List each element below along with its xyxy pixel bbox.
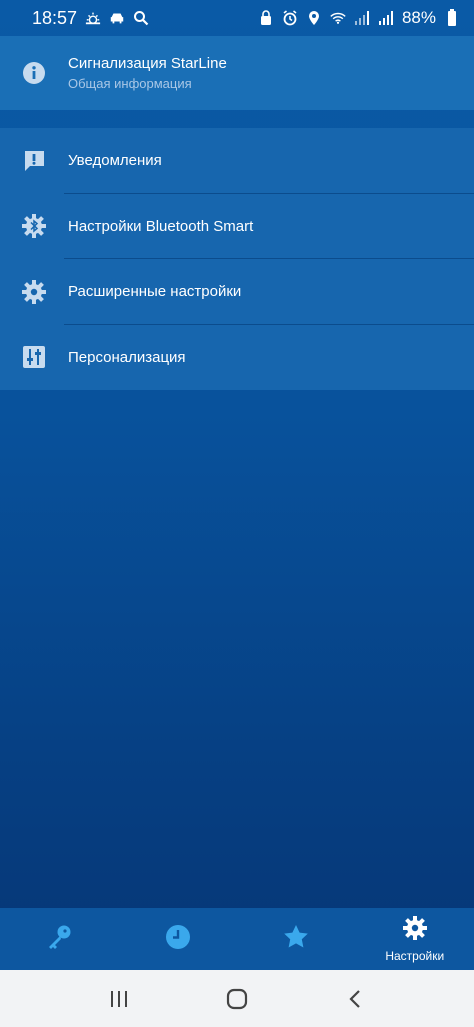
car-icon xyxy=(109,10,125,26)
signal-icon xyxy=(378,10,394,26)
sliders-icon xyxy=(0,345,68,369)
signal-icon xyxy=(354,10,370,26)
info-subtitle: Общая информация xyxy=(68,76,192,91)
device-info-header[interactable]: Сигнализация StarLine Общая информация xyxy=(0,36,474,110)
menu-item-notifications[interactable]: Уведомления xyxy=(0,128,474,194)
weather-icon xyxy=(85,10,101,26)
back-icon[interactable] xyxy=(335,979,375,1019)
nav-item-settings[interactable]: Настройки xyxy=(356,908,474,970)
info-text: Сигнализация StarLine Общая информация xyxy=(68,55,227,91)
menu-item-label: Расширенные настройки xyxy=(68,283,242,301)
nav-label-settings: Настройки xyxy=(385,949,445,963)
status-left: 18:57 xyxy=(32,8,149,29)
search-icon xyxy=(133,10,149,26)
nav-item-keys[interactable] xyxy=(0,908,119,970)
system-nav-bar xyxy=(0,970,474,1027)
info-title: Сигнализация StarLine xyxy=(68,55,227,72)
notification-icon xyxy=(0,149,68,173)
status-time: 18:57 xyxy=(32,7,78,28)
gear-icon xyxy=(402,915,428,946)
menu-item-label: Уведомления xyxy=(68,152,162,170)
status-bar: 18:57 88% xyxy=(0,0,474,36)
alarm-icon xyxy=(282,10,298,26)
info-icon xyxy=(0,61,68,85)
gear-icon xyxy=(0,279,68,305)
battery-icon xyxy=(444,9,460,26)
menu-item-advanced-settings[interactable]: Расширенные настройки xyxy=(0,259,474,325)
menu-item-label: Настройки Bluetooth Smart xyxy=(68,217,254,235)
status-right: 88% xyxy=(258,8,460,28)
key-icon xyxy=(45,923,73,956)
nav-item-history[interactable] xyxy=(119,908,238,970)
menu-item-personalization[interactable]: Персонализация xyxy=(0,325,474,391)
battery-percent: 88% xyxy=(401,8,436,27)
recents-icon[interactable] xyxy=(99,979,139,1019)
bluetooth-gear-icon xyxy=(0,213,68,239)
nav-item-favorites[interactable] xyxy=(237,908,356,970)
settings-menu: Уведомления Настройки Bluetooth Smart Ра… xyxy=(0,128,474,390)
menu-item-label: Персонализация xyxy=(68,348,186,366)
star-icon xyxy=(282,923,310,956)
wifi-icon xyxy=(330,10,346,26)
location-icon xyxy=(306,10,322,26)
clock-icon xyxy=(165,924,191,955)
menu-item-bluetooth[interactable]: Настройки Bluetooth Smart xyxy=(0,194,474,259)
home-icon[interactable] xyxy=(217,979,257,1019)
bottom-nav: Настройки xyxy=(0,908,474,970)
lock-icon xyxy=(258,10,274,26)
